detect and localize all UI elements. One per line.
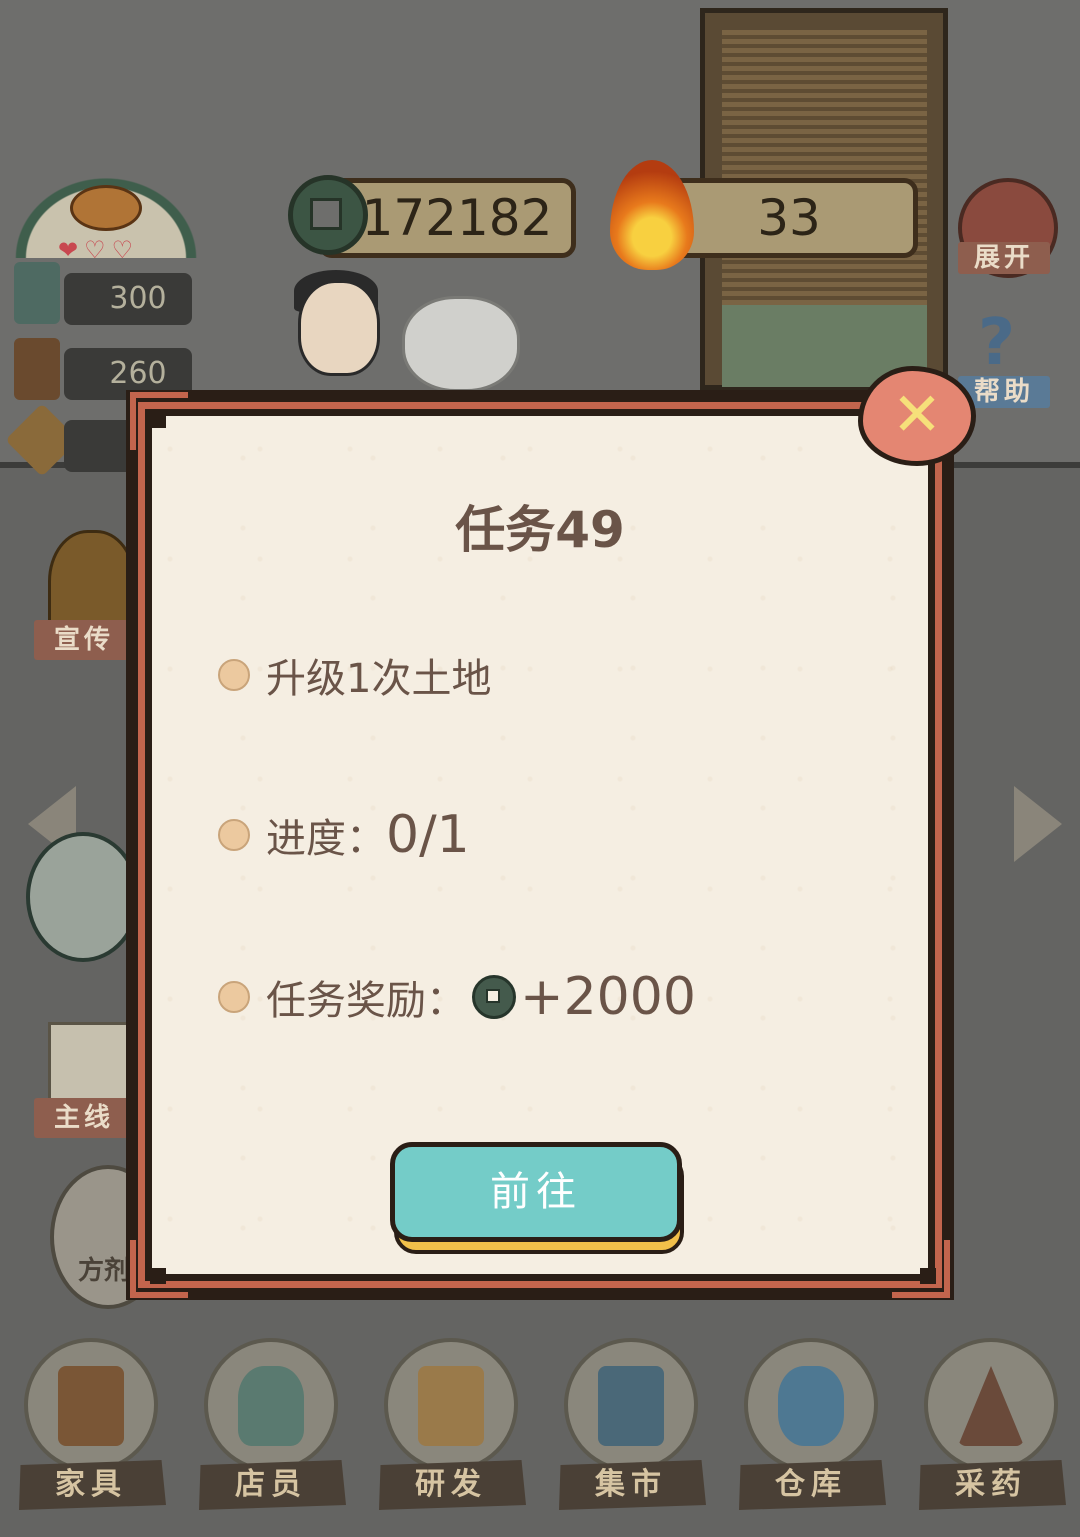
nav-warehouse-label: 仓库 bbox=[739, 1460, 886, 1510]
herb-package-icon bbox=[418, 1366, 484, 1446]
nav-market[interactable]: 集市 bbox=[556, 1338, 706, 1523]
staff-stat-value: 300 bbox=[64, 273, 192, 325]
staff-girl-icon bbox=[238, 1366, 304, 1446]
cat-character bbox=[402, 296, 520, 392]
bullet-icon bbox=[218, 659, 250, 691]
close-button[interactable]: ✕ bbox=[858, 366, 976, 466]
copper-coin-icon bbox=[472, 975, 516, 1019]
nav-furniture[interactable]: 家具 bbox=[16, 1338, 166, 1523]
shopkeeper-character bbox=[298, 280, 380, 376]
close-icon: ✕ bbox=[891, 380, 943, 450]
task-progress-row: 进度： 0/1 bbox=[218, 800, 470, 870]
nav-warehouse[interactable]: 仓库 bbox=[736, 1338, 886, 1523]
progress-label: 进度： bbox=[266, 816, 386, 862]
energy-counter: 33 bbox=[660, 178, 918, 258]
nav-gather-herbs-label: 采药 bbox=[919, 1460, 1066, 1510]
nav-research[interactable]: 研发 bbox=[376, 1338, 526, 1523]
recipe-button-label: 方剂 bbox=[78, 1256, 131, 1286]
staff-stat-icon bbox=[14, 262, 60, 324]
bullet-icon bbox=[218, 819, 250, 851]
hearts-icon: ❤♡♡ bbox=[58, 236, 140, 264]
nav-research-label: 研发 bbox=[379, 1460, 526, 1510]
reward-value: +2000 bbox=[520, 967, 696, 1027]
promote-button[interactable]: 宣传 bbox=[34, 620, 134, 660]
market-banner-icon bbox=[598, 1366, 664, 1446]
bamboo-curtain bbox=[722, 30, 927, 310]
nav-furniture-label: 家具 bbox=[19, 1460, 166, 1510]
herb-dish-icon bbox=[70, 185, 142, 231]
question-mark-icon: ? bbox=[978, 306, 1016, 380]
nav-gather-herbs[interactable]: 采药 bbox=[916, 1338, 1066, 1523]
task-reward-row: 任务奖励： +2000 bbox=[218, 962, 696, 1032]
nav-staff[interactable]: 店员 bbox=[196, 1338, 346, 1523]
chair-icon bbox=[58, 1366, 124, 1446]
reward-label: 任务奖励： bbox=[266, 978, 466, 1024]
nav-staff-label: 店员 bbox=[199, 1460, 346, 1510]
progress-value: 0/1 bbox=[386, 805, 470, 865]
main-quest-button[interactable]: 主线 bbox=[34, 1098, 134, 1138]
task-description-row: 升级1次土地 bbox=[218, 640, 491, 710]
corner-ornament-top-left bbox=[130, 392, 188, 450]
go-button[interactable]: 前往 bbox=[390, 1142, 686, 1254]
cloth-bundle-icon bbox=[778, 1366, 844, 1446]
bullet-icon bbox=[218, 981, 250, 1013]
elder-doctor-avatar[interactable] bbox=[26, 832, 140, 962]
go-button-label: 前往 bbox=[390, 1142, 682, 1242]
corner-ornament-bottom-left bbox=[130, 1240, 188, 1298]
modal-title: 任务49 bbox=[455, 501, 625, 559]
nav-market-label: 集市 bbox=[559, 1460, 706, 1510]
task-description: 升级1次土地 bbox=[266, 656, 492, 702]
coin-hole bbox=[310, 198, 342, 230]
furniture-stat-icon bbox=[14, 338, 60, 400]
expand-button[interactable]: 展开 bbox=[958, 242, 1050, 274]
corner-ornament-bottom-right bbox=[892, 1240, 950, 1298]
scroll-right-arrow-icon[interactable] bbox=[1014, 786, 1062, 862]
